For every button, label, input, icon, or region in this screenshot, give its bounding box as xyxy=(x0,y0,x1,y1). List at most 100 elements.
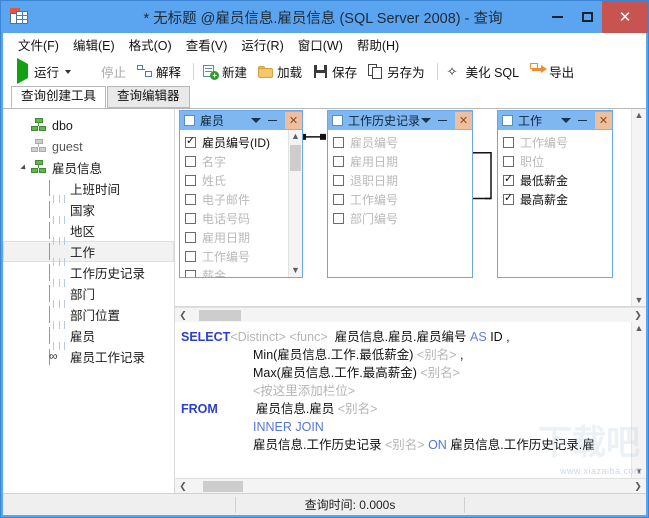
table-select-checkbox[interactable] xyxy=(184,115,195,126)
field-checkbox[interactable] xyxy=(185,175,196,186)
sql-add-column-placeholder[interactable]: <按这里添加栏位> xyxy=(253,384,355,398)
sidebar-item-employee[interactable]: 雇员 xyxy=(3,325,174,365)
toolbar-save[interactable]: 保存 xyxy=(309,60,364,83)
sql-on-expression[interactable]: 雇员信息.工作历史记录.雇 xyxy=(450,438,594,452)
sidebar-item-employee-info[interactable]: 雇员信息 xyxy=(3,157,174,178)
sql-min-expr[interactable]: Min(雇员信息.工作.最低薪金) xyxy=(253,348,413,362)
canvas-horizontal-scrollbar[interactable]: ❮ ❯ xyxy=(175,307,646,322)
menu-format[interactable]: 格式(O) xyxy=(122,33,179,56)
table-panel-header[interactable]: 工作历史记录 ✕ xyxy=(328,111,472,130)
sidebar-item-employee-job-record[interactable]: ∞ 雇员工作记录 xyxy=(3,346,174,367)
scroll-track[interactable] xyxy=(289,143,303,264)
field-checkbox[interactable] xyxy=(333,194,344,205)
scroll-right-icon[interactable]: ❯ xyxy=(632,481,644,492)
panel-scrollbar[interactable]: ▲ ▼ xyxy=(288,130,302,277)
chevron-down-icon[interactable] xyxy=(561,118,571,123)
sidebar-item-department[interactable]: 部门 xyxy=(3,283,174,323)
sidebar-item-dbo[interactable]: dbo xyxy=(3,115,174,136)
table-panel-employee[interactable]: 雇员 ✕ 雇员编号(ID) 名字 姓氏 电子邮件 电话号码 xyxy=(179,110,303,278)
field-checkbox[interactable] xyxy=(185,135,196,148)
scroll-down-icon[interactable]: ▼ xyxy=(635,294,644,306)
field-checkbox[interactable] xyxy=(185,251,196,262)
close-icon[interactable]: ✕ xyxy=(455,112,472,129)
menu-file[interactable]: 文件(F) xyxy=(11,33,66,56)
toolbar-save-as[interactable]: 另存为 xyxy=(364,60,432,83)
sidebar-item-job-history[interactable]: 工作历史记录 xyxy=(3,262,174,302)
minimize-icon[interactable] xyxy=(268,119,277,122)
scroll-right-icon[interactable]: ❯ xyxy=(632,310,644,321)
scroll-thumb[interactable] xyxy=(289,145,301,171)
scroll-down-icon[interactable]: ▼ xyxy=(635,465,644,478)
field-row[interactable]: 工作编号 xyxy=(180,247,288,266)
chevron-down-icon[interactable] xyxy=(421,118,431,123)
field-checkbox[interactable] xyxy=(503,156,514,167)
field-row[interactable]: 职位 xyxy=(498,152,612,171)
field-row[interactable]: 雇员编号 xyxy=(328,133,472,152)
table-panel-job[interactable]: 工作 ✕ 工作编号 职位 最低薪金 最高薪金 xyxy=(497,110,613,278)
sql-min-alias[interactable]: <别名> xyxy=(417,348,457,362)
menu-help[interactable]: 帮助(H) xyxy=(350,33,406,56)
scroll-thumb[interactable] xyxy=(199,309,241,321)
scroll-up-icon[interactable]: ▲ xyxy=(635,109,644,122)
table-panel-header[interactable]: 雇员 ✕ xyxy=(180,111,302,130)
diagram-canvas[interactable]: 雇员 ✕ 雇员编号(ID) 名字 姓氏 电子邮件 电话号码 xyxy=(175,109,646,307)
scroll-up-icon[interactable]: ▲ xyxy=(291,130,300,143)
minimize-icon[interactable] xyxy=(438,119,447,122)
field-row[interactable]: 名字 xyxy=(180,152,288,171)
menu-window[interactable]: 窗口(W) xyxy=(291,33,350,56)
sql-func-placeholder[interactable]: <func> xyxy=(289,330,327,344)
sql-join-keyword[interactable]: INNER JOIN xyxy=(253,420,324,434)
toolbar-run[interactable]: 运行 xyxy=(11,58,78,84)
field-checkbox[interactable] xyxy=(185,194,196,205)
toolbar-explain[interactable]: 解释 xyxy=(133,60,188,83)
sidebar-item-country[interactable]: 国家 xyxy=(3,199,174,239)
sql-distinct-placeholder[interactable]: <Distinct> xyxy=(230,330,286,344)
close-icon[interactable]: ✕ xyxy=(285,112,302,129)
field-checkbox[interactable] xyxy=(333,156,344,167)
table-panel-header[interactable]: 工作 ✕ xyxy=(498,111,612,130)
table-select-checkbox[interactable] xyxy=(502,115,513,126)
scroll-track[interactable] xyxy=(189,309,632,322)
scroll-up-icon[interactable]: ▲ xyxy=(635,322,644,335)
sql-from-alias[interactable]: <别名> xyxy=(338,402,378,416)
field-row[interactable]: 雇用日期 xyxy=(328,152,472,171)
table-select-checkbox[interactable] xyxy=(332,115,343,126)
sql-join-table[interactable]: 雇员信息.工作历史记录 xyxy=(253,438,381,452)
toolbar-load[interactable]: 加载 xyxy=(254,60,309,83)
sidebar-item-job[interactable]: 工作 xyxy=(3,241,174,281)
sql-vertical-scrollbar[interactable]: ▲ ▼ xyxy=(631,322,646,478)
field-row[interactable]: 薪金 xyxy=(180,266,288,277)
object-tree-sidebar[interactable]: dbo guest 雇员信息 上班时间 国家 地区 工作 工作历史记录 部门 部… xyxy=(3,109,175,493)
field-row[interactable]: 最低薪金 xyxy=(498,171,612,190)
sql-join-alias[interactable]: <别名> xyxy=(385,438,425,452)
sql-max-expr[interactable]: Max(雇员信息.工作.最高薪金) xyxy=(253,366,417,380)
field-row[interactable]: 最高薪金 xyxy=(498,190,612,209)
field-row[interactable]: 姓氏 xyxy=(180,171,288,190)
minimize-button[interactable] xyxy=(542,1,572,33)
chevron-down-icon[interactable] xyxy=(251,118,261,123)
menu-view[interactable]: 查看(V) xyxy=(179,33,235,56)
toolbar-export[interactable]: 导出 xyxy=(526,60,581,83)
scroll-left-icon[interactable]: ❮ xyxy=(177,310,189,321)
sql-column-1-alias[interactable]: ID xyxy=(490,330,503,344)
sidebar-item-guest[interactable]: guest xyxy=(3,136,174,157)
field-row[interactable]: 部门编号 xyxy=(328,209,472,228)
sidebar-item-worktime[interactable]: 上班时间 xyxy=(3,178,174,218)
field-checkbox[interactable] xyxy=(185,213,196,224)
chevron-down-icon[interactable] xyxy=(65,69,72,74)
sidebar-item-region[interactable]: 地区 xyxy=(3,220,174,260)
sql-horizontal-scrollbar[interactable]: ❮ ❯ xyxy=(175,478,646,493)
maximize-button[interactable] xyxy=(572,1,602,33)
sql-column-1[interactable]: 雇员信息.雇员.雇员编号 xyxy=(335,330,467,344)
sql-text[interactable]: SELECT<Distinct> <func> 雇员信息.雇员.雇员编号 AS … xyxy=(175,322,631,478)
field-row[interactable]: 工作编号 xyxy=(328,190,472,209)
field-checkbox[interactable] xyxy=(185,232,196,243)
field-row[interactable]: 雇员编号(ID) xyxy=(180,133,288,152)
field-checkbox[interactable] xyxy=(503,137,514,148)
tab-query-editor[interactable]: 查询编辑器 xyxy=(107,86,190,108)
close-icon[interactable]: ✕ xyxy=(595,112,612,129)
minimize-icon[interactable] xyxy=(578,119,587,122)
field-checkbox[interactable] xyxy=(503,173,514,186)
scroll-thumb[interactable] xyxy=(203,480,243,492)
table-panel-job-history[interactable]: 工作历史记录 ✕ 雇员编号 雇用日期 退职日期 工作编号 部门编号 xyxy=(327,110,473,278)
